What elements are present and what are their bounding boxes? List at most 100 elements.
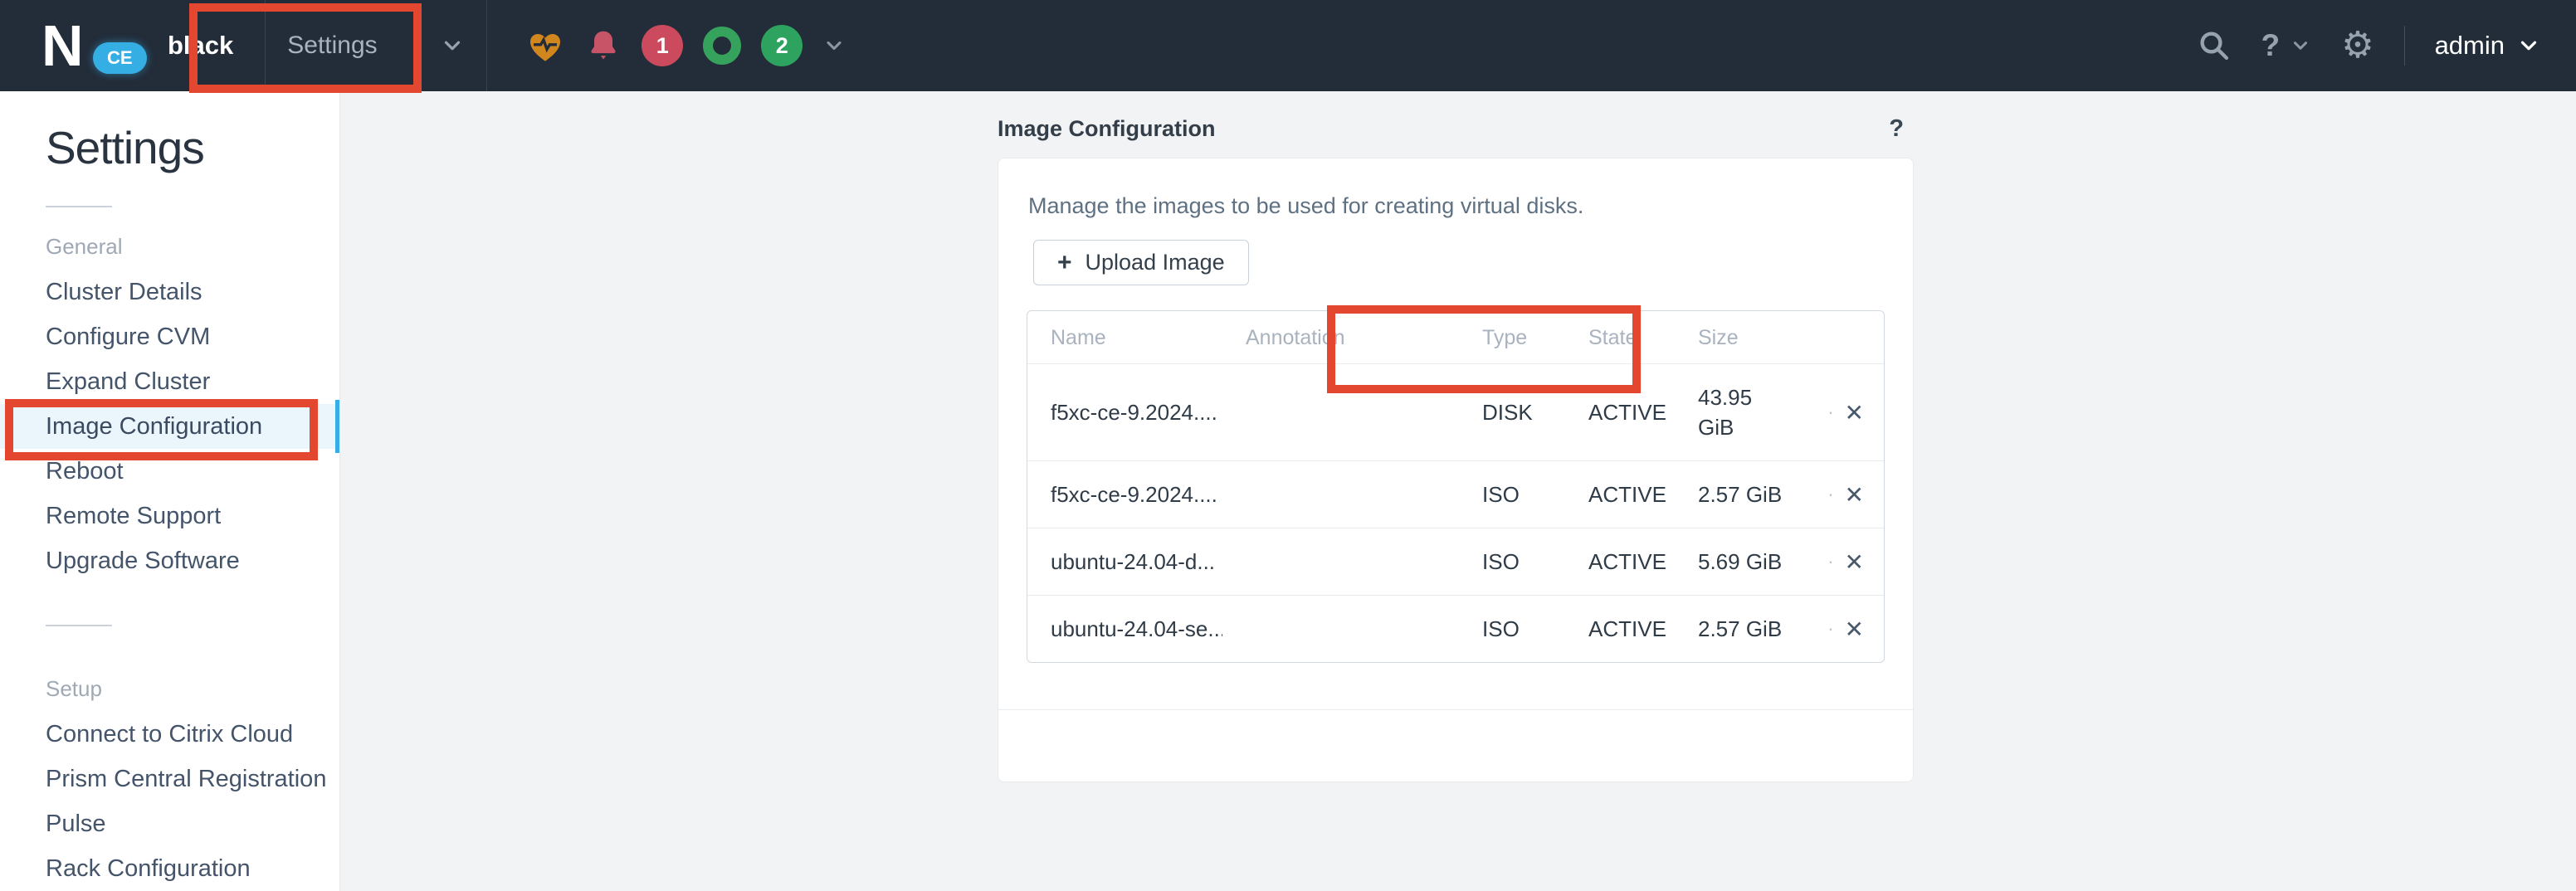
card-footer bbox=[1027, 710, 1885, 781]
sidebar-section-label-general: General bbox=[46, 234, 339, 260]
image-annotation bbox=[1222, 364, 1459, 461]
top-bar: N CE black Settings 1 2 bbox=[0, 0, 2576, 91]
image-annotation bbox=[1222, 528, 1459, 596]
chevron-down-icon bbox=[2516, 33, 2541, 58]
row-actions: · ✕ bbox=[1822, 548, 1864, 576]
sidebar-title: Settings bbox=[46, 121, 339, 174]
image-state: ACTIVE bbox=[1565, 528, 1675, 596]
nutanix-n-icon: N bbox=[41, 12, 81, 79]
image-name: f5xc-ce-9.2024.... bbox=[1027, 364, 1222, 461]
row-actions: · ✕ bbox=[1822, 481, 1864, 509]
plus-icon: + bbox=[1057, 249, 1072, 277]
column-header-actions bbox=[1799, 311, 1884, 364]
nutanix-logo[interactable]: N CE bbox=[41, 7, 156, 84]
alerts-bell-icon[interactable] bbox=[585, 26, 622, 66]
sidebar-item-remote-support[interactable]: Remote Support bbox=[0, 494, 339, 538]
image-type: ISO bbox=[1459, 461, 1565, 528]
alert-count-badge[interactable]: 1 bbox=[642, 25, 683, 66]
sidebar-section-setup: Connect to Citrix Cloud Prism Central Re… bbox=[0, 712, 339, 891]
table-header-row: Name Annotation Type State Size bbox=[1027, 311, 1884, 364]
action-separator-dot: · bbox=[1827, 402, 1833, 423]
image-type: ISO bbox=[1459, 528, 1565, 596]
panel-help-icon[interactable]: ? bbox=[1889, 115, 1904, 143]
action-separator-dot: · bbox=[1827, 551, 1833, 572]
image-configuration-panel: Image Configuration ? Manage the images … bbox=[998, 110, 1914, 782]
sidebar-item-image-configuration[interactable]: Image Configuration bbox=[0, 404, 339, 449]
gear-icon[interactable]: ⚙ bbox=[2341, 27, 2374, 64]
image-type: DISK bbox=[1459, 364, 1565, 461]
sidebar-divider bbox=[46, 206, 112, 207]
settings-sidebar: Settings General Cluster Details Configu… bbox=[0, 91, 340, 891]
image-state: ACTIVE bbox=[1565, 461, 1675, 528]
page-title: Image Configuration bbox=[998, 116, 1216, 142]
sidebar-item-label: Image Configuration bbox=[46, 413, 262, 440]
chevron-down-icon[interactable] bbox=[822, 34, 846, 57]
image-size: 43.95 GiB bbox=[1675, 364, 1799, 461]
column-header-type: Type bbox=[1459, 311, 1565, 364]
task-count-badge[interactable]: 2 bbox=[761, 25, 803, 66]
sidebar-section-label-setup: Setup bbox=[46, 676, 339, 702]
column-header-name: Name bbox=[1027, 311, 1222, 364]
column-header-state: State bbox=[1565, 311, 1675, 364]
image-name: f5xc-ce-9.2024.... bbox=[1027, 461, 1222, 528]
image-size: 2.57 GiB bbox=[1675, 461, 1799, 528]
settings-nav-dropdown-label: Settings bbox=[287, 32, 377, 60]
upload-image-button[interactable]: + Upload Image bbox=[1033, 240, 1249, 285]
column-header-annotation: Annotation bbox=[1222, 311, 1459, 364]
sidebar-item-prism-central-registration[interactable]: Prism Central Registration bbox=[0, 757, 339, 801]
table-row: f5xc-ce-9.2024.... DISK ACTIVE 43.95 GiB… bbox=[1027, 364, 1884, 461]
image-size: 5.69 GiB bbox=[1675, 528, 1799, 596]
sidebar-item-cluster-details[interactable]: Cluster Details bbox=[0, 270, 339, 314]
sidebar-section-general: Cluster Details Configure CVM Expand Clu… bbox=[0, 270, 339, 583]
active-item-indicator bbox=[335, 400, 339, 453]
sidebar-divider bbox=[46, 625, 112, 626]
delete-x-icon[interactable]: ✕ bbox=[1845, 616, 1864, 643]
sidebar-item-expand-cluster[interactable]: Expand Cluster bbox=[0, 359, 339, 404]
sidebar-item-upgrade-software[interactable]: Upgrade Software bbox=[0, 538, 339, 583]
tasks-ring-icon[interactable] bbox=[703, 27, 741, 65]
topbar-right-group: ? ⚙ admin bbox=[2197, 26, 2542, 66]
delete-x-icon[interactable]: ✕ bbox=[1845, 481, 1864, 509]
sidebar-item-pulse[interactable]: Pulse bbox=[0, 801, 339, 846]
delete-x-icon[interactable]: ✕ bbox=[1845, 548, 1864, 576]
task-count: 2 bbox=[776, 33, 788, 59]
sidebar-item-configure-cvm[interactable]: Configure CVM bbox=[0, 314, 339, 359]
action-separator-dot: · bbox=[1827, 484, 1833, 505]
image-annotation bbox=[1222, 596, 1459, 662]
sidebar-item-rack-configuration[interactable]: Rack Configuration bbox=[0, 846, 339, 891]
table-row: ubuntu-24.04-d... ISO ACTIVE 5.69 GiB · … bbox=[1027, 528, 1884, 596]
health-heart-icon[interactable] bbox=[525, 26, 565, 66]
image-name: ubuntu-24.04-se... bbox=[1027, 596, 1222, 662]
settings-nav-dropdown[interactable]: Settings bbox=[265, 0, 487, 91]
chevron-down-icon bbox=[440, 33, 465, 58]
row-actions: · ✕ bbox=[1822, 399, 1864, 426]
panel-header: Image Configuration ? bbox=[998, 110, 1914, 148]
help-menu[interactable]: ? bbox=[2261, 28, 2312, 63]
ce-badge: CE bbox=[93, 42, 147, 74]
topbar-divider bbox=[2404, 26, 2405, 66]
table-row: ubuntu-24.04-se... ISO ACTIVE 2.57 GiB ·… bbox=[1027, 596, 1884, 662]
user-name: admin bbox=[2435, 31, 2505, 61]
image-name: ubuntu-24.04-d... bbox=[1027, 528, 1222, 596]
image-state: ACTIVE bbox=[1565, 364, 1675, 461]
card-description: Manage the images to be used for creatin… bbox=[1028, 193, 1885, 218]
sidebar-item-reboot[interactable]: Reboot bbox=[0, 449, 339, 494]
row-actions: · ✕ bbox=[1822, 616, 1864, 643]
image-state: ACTIVE bbox=[1565, 596, 1675, 662]
user-menu[interactable]: admin bbox=[2435, 31, 2541, 61]
image-type: ISO bbox=[1459, 596, 1565, 662]
upload-image-button-label: Upload Image bbox=[1086, 250, 1225, 275]
image-configuration-card: Manage the images to be used for creatin… bbox=[998, 158, 1914, 782]
page: N CE black Settings 1 2 bbox=[0, 0, 2576, 891]
image-annotation bbox=[1222, 461, 1459, 528]
cluster-name[interactable]: black bbox=[168, 31, 233, 61]
main-area: Image Configuration ? Manage the images … bbox=[341, 91, 2576, 891]
delete-x-icon[interactable]: ✕ bbox=[1845, 399, 1864, 426]
alert-count: 1 bbox=[656, 33, 669, 59]
sidebar-item-connect-citrix-cloud[interactable]: Connect to Citrix Cloud bbox=[0, 712, 339, 757]
images-table: Name Annotation Type State Size f5xc-ce-… bbox=[1027, 310, 1885, 663]
status-icon-group: 1 2 bbox=[525, 25, 846, 66]
help-icon: ? bbox=[2261, 28, 2281, 63]
search-icon[interactable] bbox=[2197, 28, 2232, 63]
column-header-size: Size bbox=[1675, 311, 1799, 364]
